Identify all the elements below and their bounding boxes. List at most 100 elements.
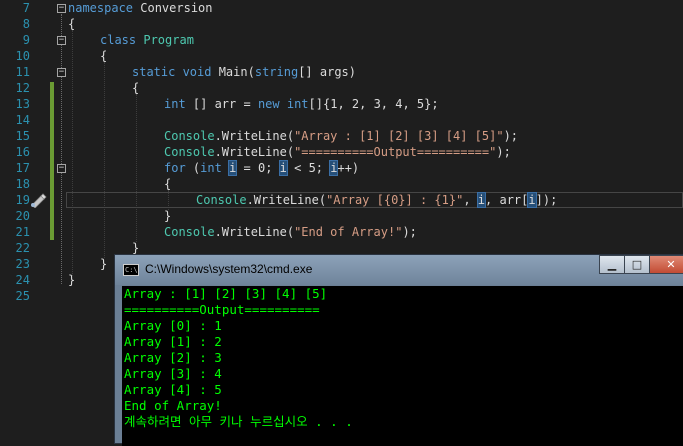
code-text: } (68, 273, 76, 287)
string-literal: "Array : [1] [2] [3] [4] [5]" (294, 129, 504, 143)
cmd-icon: C:\ (123, 264, 139, 276)
code-text: ( (185, 161, 201, 175)
string-literal: "Array [{0}] : {1}" (326, 193, 464, 207)
code-text: < 5; (286, 161, 331, 175)
code-text: { (100, 49, 108, 63)
type-name: Console (164, 225, 215, 239)
keyword: for (164, 161, 186, 175)
code-text: .WriteLine( (214, 129, 295, 143)
keyword: int (286, 97, 309, 111)
line-number: 20 (15, 209, 30, 223)
line-number: 25 (15, 289, 30, 303)
output-line: Array [0] : 1 (124, 318, 222, 333)
code-line[interactable]: { (164, 176, 171, 192)
window-title: C:\Windows\system32\cmd.exe (145, 262, 313, 276)
line-number: 15 (15, 129, 30, 143)
code-line[interactable]: static void Main(string[] args) (132, 64, 356, 80)
collapse-class-icon[interactable]: − (57, 36, 66, 45)
indent-guide (136, 94, 138, 242)
output-line: ==========Output========== (124, 302, 320, 317)
line-number: 17 (15, 161, 30, 175)
code-text: , arr[ (485, 193, 529, 207)
code-text: [] arr = (185, 97, 258, 111)
code-line[interactable]: Console.WriteLine("End of Array!"); (164, 224, 417, 240)
code-line[interactable]: } (100, 256, 107, 272)
console-output[interactable]: Array : [1] [2] [3] [4] [5] ==========Ou… (122, 286, 683, 446)
output-line: End of Array! (124, 398, 222, 413)
type-name: Console (164, 145, 215, 159)
code-text: = 0; (236, 161, 280, 175)
line-number: 21 (15, 225, 30, 239)
code-line[interactable]: class Program (100, 32, 194, 48)
keyword: void (175, 65, 212, 79)
code-text: } (164, 209, 172, 223)
code-text: { (132, 81, 140, 95)
code-text: ); (503, 129, 519, 143)
code-text: , (463, 193, 478, 207)
code-text: ]); (535, 193, 558, 207)
close-button[interactable]: ✕ (649, 255, 683, 274)
maximize-button[interactable]: □ (624, 255, 650, 274)
output-line: Array [3] : 4 (124, 366, 222, 381)
line-number: 22 (15, 241, 30, 255)
indent-guide (104, 62, 106, 258)
line-number: 23 (15, 257, 30, 271)
minimize-button[interactable]: ▁ (599, 255, 625, 274)
collapse-namespace-icon[interactable]: − (57, 4, 66, 13)
code-text: ++) (337, 161, 360, 175)
code-text: Conversion (133, 1, 213, 15)
keyword: string (254, 65, 299, 79)
code-text: { (68, 17, 76, 31)
code-line[interactable]: { (132, 80, 139, 96)
code-line[interactable]: { (68, 16, 75, 32)
collapse-method-icon[interactable]: − (57, 68, 66, 77)
line-number: 11 (15, 65, 30, 79)
console-title-bar[interactable]: C:\ C:\Windows\system32\cmd.exe ▁ □ ✕ (115, 255, 683, 285)
keyword: int (164, 97, 186, 111)
string-literal: "End of Array!" (294, 225, 403, 239)
line-number: 13 (15, 97, 30, 111)
code-line[interactable]: Console.WriteLine("Array [{0}] : {1}", i… (196, 192, 557, 208)
code-text: } (132, 241, 140, 255)
code-text: } (100, 257, 108, 271)
changed-lines-indicator (50, 82, 54, 240)
output-line: Array : [1] [2] [3] [4] [5] (124, 286, 328, 301)
line-number: 7 (22, 1, 30, 15)
code-text: []{1, 2, 3, 4, 5}; (308, 97, 439, 111)
code-text: { (164, 177, 172, 191)
keyword: new (257, 97, 280, 111)
code-text: .WriteLine( (214, 145, 295, 159)
code-line[interactable]: for (int i = 0; i < 5; i++) (164, 160, 359, 176)
code-line[interactable]: { (100, 48, 107, 64)
output-line: Array [1] : 2 (124, 334, 222, 349)
line-number: 9 (22, 33, 30, 47)
code-text: .WriteLine( (246, 193, 327, 207)
highlighted-reference: i (527, 192, 537, 208)
output-line: 계속하려면 아무 키나 누르십시오 . . . (124, 414, 353, 429)
line-number: 18 (15, 177, 30, 191)
collapse-for-icon[interactable]: − (57, 164, 66, 173)
line-number: 24 (15, 273, 30, 287)
line-number: 19 (15, 193, 30, 207)
code-line[interactable]: Console.WriteLine("Array : [1] [2] [3] [… (164, 128, 518, 144)
line-number: 10 (15, 49, 30, 63)
type-name: Program (136, 33, 194, 47)
keyword: static (132, 65, 176, 79)
code-line[interactable]: namespace Conversion (68, 0, 213, 16)
string-literal: "==========Output==========" (294, 145, 497, 159)
code-text: [] args) (298, 65, 356, 79)
type-name: Console (196, 193, 247, 207)
code-line[interactable]: } (68, 272, 75, 288)
edit-and-continue-icon[interactable] (28, 192, 48, 208)
code-line[interactable]: } (164, 208, 171, 224)
type-name: Console (164, 129, 215, 143)
line-number: 16 (15, 145, 30, 159)
console-window[interactable]: C:\ C:\Windows\system32\cmd.exe ▁ □ ✕ Ar… (114, 254, 683, 446)
code-line[interactable]: Console.WriteLine("==========Output=====… (164, 144, 511, 160)
code-text: ); (402, 225, 417, 239)
code-line[interactable]: int [] arr = new int[]{1, 2, 3, 4, 5}; (164, 96, 439, 112)
indent-guide (72, 30, 74, 276)
code-text: ); (496, 145, 511, 159)
output-line: Array [2] : 3 (124, 350, 222, 365)
